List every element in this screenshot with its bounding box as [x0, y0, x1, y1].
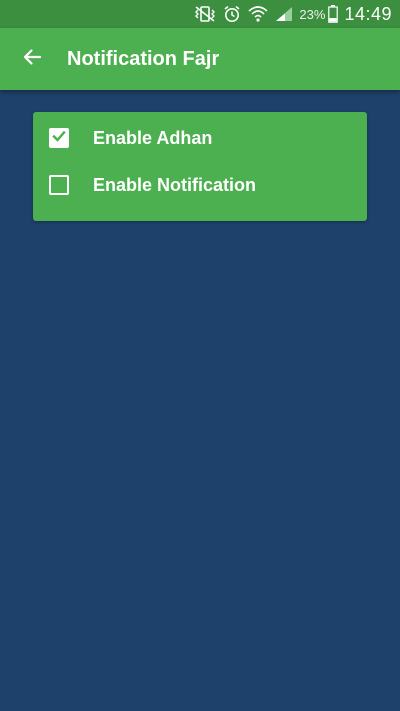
arrow-left-icon	[22, 47, 42, 72]
option-enable-adhan[interactable]: Enable Adhan	[33, 116, 367, 160]
status-bar: 23% 14:49	[0, 0, 400, 28]
enable-adhan-label: Enable Adhan	[93, 127, 213, 148]
enable-adhan-checkbox[interactable]	[49, 128, 69, 148]
wifi-icon	[248, 4, 268, 24]
app-bar: Notification Fajr	[0, 28, 400, 90]
alarm-icon	[223, 4, 241, 24]
enable-notification-label: Enable Notification	[93, 174, 257, 195]
signal-icon	[275, 4, 293, 24]
battery-icon	[328, 4, 339, 24]
enable-notification-checkbox[interactable]	[49, 175, 69, 195]
vibrate-icon	[194, 4, 216, 24]
battery-percent: 23%	[299, 6, 326, 22]
checkmark-icon	[51, 128, 67, 149]
status-clock: 14:49	[344, 3, 392, 24]
notification-options-card: Enable Adhan Enable Notification	[33, 112, 367, 221]
page-title: Notification Fajr	[67, 47, 220, 70]
back-button[interactable]	[12, 39, 52, 79]
option-enable-notification[interactable]: Enable Notification	[33, 163, 367, 207]
